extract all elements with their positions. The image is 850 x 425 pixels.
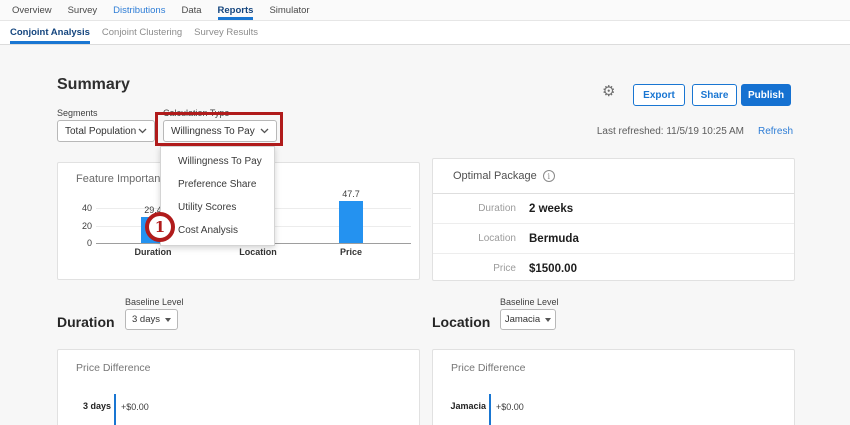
- bar-value-label: 47.7: [331, 189, 371, 199]
- calculation-type-label: Calculation Type: [163, 108, 229, 118]
- last-refreshed-text: Last refreshed: 11/5/19 10:25 AM: [597, 126, 744, 137]
- segments-select[interactable]: Total Population: [57, 120, 155, 142]
- x-category-label: Price: [321, 247, 381, 257]
- optimal-row-value: 2 weeks: [529, 203, 573, 215]
- caret-down-icon: [165, 318, 171, 322]
- info-icon[interactable]: i: [543, 170, 555, 182]
- table-row: Duration 2 weeks: [433, 194, 794, 224]
- location-chart-axis: [489, 394, 491, 425]
- chevron-down-icon: [260, 128, 269, 134]
- nav-tab-reports[interactable]: Reports: [218, 0, 254, 20]
- optimal-row-label: Price: [433, 263, 516, 274]
- table-row: Price $1500.00: [433, 254, 794, 283]
- menu-item-utility-scores[interactable]: Utility Scores: [161, 196, 274, 219]
- duration-chart-value: +$0.00: [121, 402, 149, 412]
- location-baseline-value: Jamacia: [505, 314, 540, 325]
- optimal-package-title: Optimal Package: [453, 170, 537, 182]
- share-button[interactable]: Share: [692, 84, 737, 106]
- feature-importance-title: Feature Importance: [76, 173, 172, 185]
- optimal-row-value: Bermuda: [529, 233, 579, 245]
- subnav-tab-conjoint-clustering[interactable]: Conjoint Clustering: [102, 21, 182, 44]
- x-category-label: Duration: [123, 247, 183, 257]
- duration-chart-category-label: 3 days: [58, 401, 111, 411]
- price-difference-title: Price Difference: [451, 362, 526, 374]
- nav-tab-simulator[interactable]: Simulator: [269, 0, 309, 20]
- calculation-type-select[interactable]: Willingness To Pay: [163, 120, 277, 142]
- settings-gear-icon[interactable]: ⚙: [602, 84, 615, 99]
- menu-item-cost-analysis[interactable]: Cost Analysis: [161, 219, 274, 242]
- baseline-level-label: Baseline Level: [125, 297, 184, 307]
- location-section-heading: Location: [432, 314, 490, 330]
- duration-baseline-select[interactable]: 3 days: [125, 309, 178, 330]
- y-tick-label: 40: [68, 203, 92, 214]
- y-tick-label: 20: [68, 221, 92, 232]
- publish-button[interactable]: Publish: [741, 84, 791, 106]
- chevron-down-icon: [138, 128, 147, 134]
- price-difference-title: Price Difference: [76, 362, 151, 374]
- segments-select-value: Total Population: [65, 126, 136, 137]
- baseline-level-label: Baseline Level: [500, 297, 559, 307]
- subnav-tab-conjoint-analysis[interactable]: Conjoint Analysis: [10, 21, 90, 44]
- optimal-row-label: Duration: [433, 203, 516, 214]
- primary-nav: Overview Survey Distributions Data Repor…: [0, 0, 850, 21]
- y-tick-label: 0: [68, 238, 92, 249]
- optimal-row-label: Location: [433, 233, 516, 244]
- subnav-tab-survey-results[interactable]: Survey Results: [194, 21, 258, 44]
- optimal-package-header: Optimal Package i: [433, 159, 794, 194]
- export-button[interactable]: Export: [633, 84, 685, 106]
- location-baseline-select[interactable]: Jamacia: [500, 309, 556, 330]
- duration-chart-axis: [114, 394, 116, 425]
- calculation-type-menu: Willingness To Pay Preference Share Util…: [160, 146, 275, 246]
- bar-price: [339, 201, 363, 243]
- nav-tab-survey[interactable]: Survey: [68, 0, 98, 20]
- caret-down-icon: [545, 318, 551, 322]
- secondary-nav: Conjoint Analysis Conjoint Clustering Su…: [0, 21, 850, 45]
- menu-item-willingness-to-pay[interactable]: Willingness To Pay: [161, 150, 274, 173]
- location-price-difference-card: Price Difference Jamacia +$0.00: [432, 349, 795, 425]
- calculation-type-select-value: Willingness To Pay: [171, 126, 255, 137]
- table-row: Location Bermuda: [433, 224, 794, 254]
- segments-label: Segments: [57, 108, 98, 118]
- x-category-label: Location: [228, 247, 288, 257]
- refresh-link[interactable]: Refresh: [758, 126, 793, 137]
- nav-tab-data[interactable]: Data: [181, 0, 201, 20]
- location-chart-value: +$0.00: [496, 402, 524, 412]
- nav-tab-overview[interactable]: Overview: [12, 0, 52, 20]
- optimal-row-value: $1500.00: [529, 263, 577, 275]
- page-title: Summary: [57, 76, 130, 94]
- refresh-row: Last refreshed: 11/5/19 10:25 AM Refresh: [597, 126, 793, 137]
- optimal-package-card: Optimal Package i Duration 2 weeks Locat…: [432, 158, 795, 281]
- duration-price-difference-card: Price Difference 3 days +$0.00: [57, 349, 420, 425]
- nav-tab-distributions[interactable]: Distributions: [113, 0, 165, 20]
- duration-baseline-value: 3 days: [132, 314, 160, 325]
- location-chart-category-label: Jamacia: [433, 401, 486, 411]
- duration-section-heading: Duration: [57, 314, 115, 330]
- conjoint-analysis-report-screen: Overview Survey Distributions Data Repor…: [0, 0, 850, 425]
- menu-item-preference-share[interactable]: Preference Share: [161, 173, 274, 196]
